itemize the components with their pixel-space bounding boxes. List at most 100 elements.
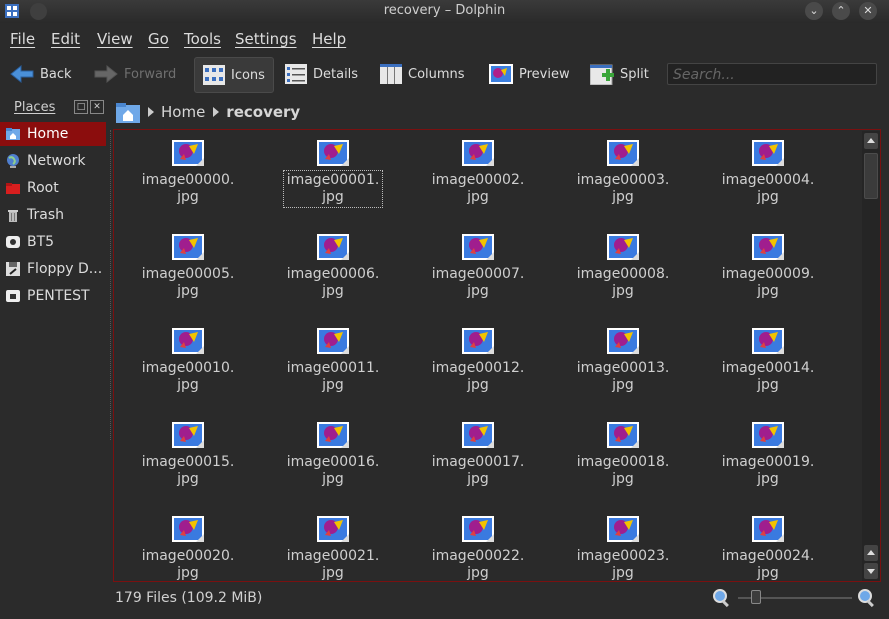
jpg-file-icon <box>607 328 639 354</box>
scrollbar-handle[interactable] <box>864 153 878 199</box>
jpg-file-icon <box>752 234 784 260</box>
breadcrumb-home[interactable]: Home <box>161 103 205 121</box>
places-close-button[interactable]: ✕ <box>90 100 104 114</box>
file-item[interactable]: image00021. jpg <box>283 516 383 581</box>
file-name: image00023. jpg <box>576 548 670 581</box>
file-name: image00022. jpg <box>431 548 525 581</box>
arrow-down-icon <box>867 569 875 574</box>
file-item[interactable]: image00011. jpg <box>283 328 383 394</box>
places-item-home[interactable]: Home <box>0 122 106 146</box>
file-item[interactable]: image00004. jpg <box>718 140 818 206</box>
preview-image-icon <box>489 64 513 84</box>
file-item[interactable]: image00023. jpg <box>573 516 673 581</box>
vertical-scrollbar[interactable] <box>862 131 880 581</box>
jpg-file-icon <box>462 516 494 542</box>
split-button[interactable]: Split <box>590 57 649 91</box>
jpg-file-icon <box>317 516 349 542</box>
jpg-file-icon <box>752 328 784 354</box>
places-item-network[interactable]: Network <box>0 149 106 173</box>
file-name: image00008. jpg <box>576 266 670 299</box>
menu-view[interactable]: View <box>97 30 133 48</box>
forward-arrow-icon <box>94 64 118 84</box>
file-name: image00020. jpg <box>141 548 235 581</box>
home-folder-icon <box>6 128 20 140</box>
file-name: image00002. jpg <box>431 172 525 205</box>
jpg-file-icon <box>607 140 639 166</box>
scroll-up-button[interactable] <box>864 133 878 149</box>
breadcrumb-current[interactable]: recovery <box>226 103 300 121</box>
file-name: image00000. jpg <box>141 172 235 205</box>
minimize-button[interactable]: ⌄ <box>805 2 823 20</box>
file-item[interactable]: image00001. jpg <box>282 140 384 208</box>
back-button[interactable]: Back <box>10 57 72 91</box>
jpg-file-icon <box>462 328 494 354</box>
file-item[interactable]: image00022. jpg <box>428 516 528 581</box>
scroll-up-button-bottom[interactable] <box>864 545 878 561</box>
split-view-icon <box>590 64 614 85</box>
maximize-button[interactable]: ⌃ <box>832 2 850 20</box>
file-item[interactable]: image00002. jpg <box>428 140 528 206</box>
file-name: image00004. jpg <box>721 172 815 205</box>
places-item-pentest[interactable]: PENTEST <box>0 284 106 308</box>
columns-view-icon <box>380 64 402 84</box>
search-input[interactable]: Search... <box>667 63 877 85</box>
file-item[interactable]: image00016. jpg <box>283 422 383 488</box>
file-item[interactable]: image00018. jpg <box>573 422 673 488</box>
file-item[interactable]: image00024. jpg <box>718 516 818 581</box>
menu-settings[interactable]: Settings <box>235 30 297 48</box>
file-item[interactable]: image00003. jpg <box>573 140 673 206</box>
file-name: image00018. jpg <box>576 454 670 487</box>
arrow-up-icon <box>867 138 875 143</box>
menu-help[interactable]: Help <box>312 30 346 48</box>
places-float-button[interactable]: □ <box>74 100 88 114</box>
file-name: image00015. jpg <box>141 454 235 487</box>
icons-view-button[interactable]: Icons <box>194 57 274 93</box>
places-item-root[interactable]: Root <box>0 176 106 200</box>
file-item[interactable]: image00008. jpg <box>573 234 673 300</box>
file-item[interactable]: image00009. jpg <box>718 234 818 300</box>
places-item-trash[interactable]: Trash <box>0 203 106 227</box>
file-item[interactable]: image00019. jpg <box>718 422 818 488</box>
forward-button[interactable]: Forward <box>94 57 176 91</box>
floppy-icon <box>6 262 20 276</box>
file-item[interactable]: image00020. jpg <box>138 516 238 581</box>
file-item[interactable]: image00005. jpg <box>138 234 238 300</box>
home-folder-icon[interactable] <box>116 101 140 123</box>
file-item[interactable]: image00015. jpg <box>138 422 238 488</box>
file-name: image00013. jpg <box>576 360 670 393</box>
jpg-file-icon <box>462 140 494 166</box>
menu-edit[interactable]: Edit <box>51 30 80 48</box>
close-button[interactable]: ✕ <box>859 2 877 20</box>
menu-tools[interactable]: Tools <box>184 30 221 48</box>
places-item-floppy[interactable]: Floppy D... <box>0 257 106 281</box>
file-item[interactable]: image00010. jpg <box>138 328 238 394</box>
file-name: image00009. jpg <box>721 266 815 299</box>
file-item[interactable]: image00014. jpg <box>718 328 818 394</box>
icons-view-icon <box>203 65 225 85</box>
jpg-file-icon <box>752 422 784 448</box>
places-splitter[interactable] <box>110 130 111 440</box>
zoom-in-icon[interactable] <box>857 588 877 608</box>
trash-icon <box>8 210 18 222</box>
zoom-slider-handle[interactable] <box>751 590 761 604</box>
file-item[interactable]: image00013. jpg <box>573 328 673 394</box>
file-item[interactable]: image00006. jpg <box>283 234 383 300</box>
zoom-out-icon[interactable] <box>712 588 732 608</box>
file-item[interactable]: image00017. jpg <box>428 422 528 488</box>
preview-button[interactable]: Preview <box>489 57 570 91</box>
file-item[interactable]: image00000. jpg <box>138 140 238 206</box>
columns-view-button[interactable]: Columns <box>380 57 465 91</box>
jpg-file-icon <box>317 140 349 166</box>
file-item[interactable]: image00012. jpg <box>428 328 528 394</box>
file-item[interactable]: image00007. jpg <box>428 234 528 300</box>
menu-go[interactable]: Go <box>148 30 169 48</box>
file-name: image00001. jpg <box>282 170 384 208</box>
scroll-down-button[interactable] <box>864 563 878 579</box>
places-item-bt5[interactable]: BT5 <box>0 230 106 254</box>
file-name: image00014. jpg <box>721 360 815 393</box>
preview-label: Preview <box>519 66 570 82</box>
file-view[interactable]: image00000. jpg image00001. jpg image00002… <box>113 129 881 582</box>
menu-file[interactable]: File <box>10 30 35 48</box>
file-name: image00010. jpg <box>141 360 235 393</box>
details-view-button[interactable]: Details <box>285 57 358 91</box>
